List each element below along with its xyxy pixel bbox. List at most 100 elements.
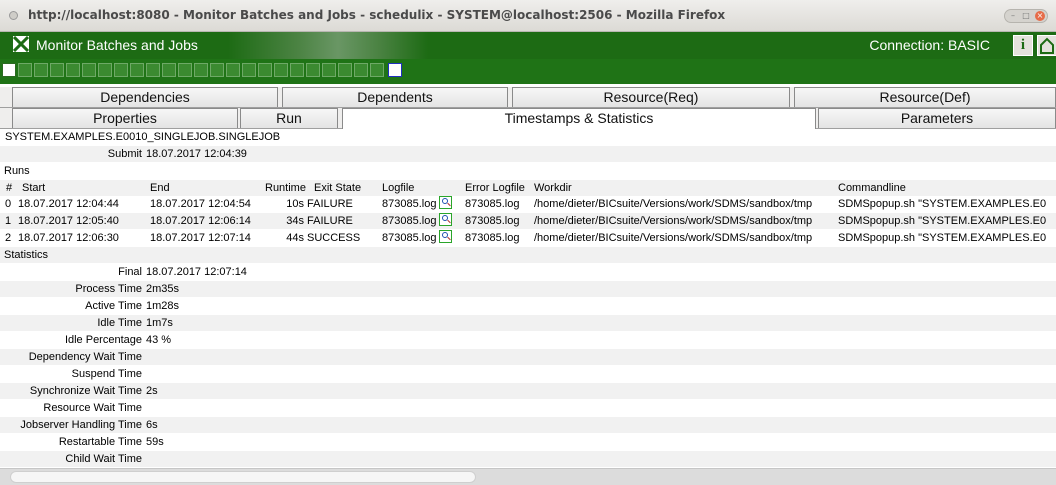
col-end: End [150,182,170,194]
runs-heading: Runs [4,165,30,177]
stat-row: Resource Wait Time [0,400,1056,416]
home-icon [1040,37,1054,54]
stat-label: Suspend Time [71,368,142,380]
toolbar-icon[interactable] [66,63,80,77]
run-runtime: 34s [286,215,304,227]
window-title: http://localhost:8080 - Monitor Batches … [28,8,726,22]
stat-label: Idle Percentage [64,334,142,346]
toolbar-icon[interactable] [34,63,48,77]
run-logfile[interactable]: 873085.log [382,196,453,212]
run-logfile-name[interactable]: 873085.log [382,198,436,210]
toolbar-icon[interactable] [322,63,336,77]
toolbar-icon[interactable] [178,63,192,77]
run-start: 18.07.2017 12:06:30 [18,232,119,244]
stat-row: Active Time 1m28s [0,298,1056,314]
toolbar-icon[interactable] [82,63,96,77]
stat-row: Process Time 2m35s [0,281,1056,297]
col-start: Start [22,182,46,194]
run-logfile[interactable]: 873085.log [382,213,453,229]
tab-parameters[interactable]: Parameters [818,108,1056,128]
toolbar-icon[interactable] [290,63,304,77]
stat-label: Process Time [75,283,142,295]
stat-row: Idle Percentage 43 % [0,332,1056,348]
job-path: SYSTEM.EXAMPLES.E0010_SINGLEJOB.SINGLEJO… [5,131,281,143]
view-log-icon[interactable] [439,230,453,243]
run-start: 18.07.2017 12:04:44 [18,198,119,210]
stat-label: Dependency Wait Time [28,351,142,363]
toolbar-icon[interactable] [114,63,128,77]
table-row[interactable]: 1 18.07.2017 12:05:40 18.07.2017 12:06:1… [0,213,1056,229]
toolbar-icon[interactable] [18,63,32,77]
toolbar-icon[interactable] [210,63,224,77]
info-button[interactable]: i [1013,35,1033,56]
run-logfile-name[interactable]: 873085.log [382,232,436,244]
run-error-logfile[interactable]: 873085.log [465,230,519,246]
window-menu-icon[interactable] [9,11,18,20]
tab-dependents[interactable]: Dependents [282,87,508,107]
maximize-icon[interactable]: □ [1021,11,1031,21]
home-button[interactable] [1037,35,1056,56]
toolbar-icon[interactable] [226,63,240,77]
stat-row: Suspend Time [0,366,1056,382]
stat-value: 2m35s [146,283,180,295]
stat-value: 1m7s [146,317,173,329]
table-row[interactable]: 2 18.07.2017 12:06:30 18.07.2017 12:07:1… [0,230,1056,246]
run-end: 18.07.2017 12:04:54 [150,198,251,210]
toolbar-icon[interactable] [274,63,288,77]
toolbar-icon[interactable] [354,63,368,77]
stat-value: 1m28s [146,300,180,312]
toolbar-icon[interactable] [194,63,208,77]
col-workdir: Workdir [534,182,572,194]
app-title: Monitor Batches and Jobs [36,37,198,53]
app-logo-icon [13,36,29,52]
run-logfile-name[interactable]: 873085.log [382,215,436,227]
run-logfile[interactable]: 873085.log [382,230,453,246]
stat-value: 59s [146,436,164,448]
view-log-icon[interactable] [439,213,453,226]
statistics-heading: Statistics [4,249,49,261]
tab-properties[interactable]: Properties [12,108,238,128]
run-exit-state: FAILURE [307,198,353,210]
run-error-logfile[interactable]: 873085.log [465,196,519,212]
minimize-icon[interactable]: – [1008,11,1018,21]
run-commandline: SDMSpopup.sh "SYSTEM.EXAMPLES.E0 [838,232,1047,244]
browser-titlebar: http://localhost:8080 - Monitor Batches … [0,0,1056,32]
view-log-icon[interactable] [439,196,453,209]
run-workdir: /home/dieter/BICsuite/Versions/work/SDMS… [534,215,813,227]
submit-value: 18.07.2017 12:04:39 [146,148,247,160]
col-runtime: Runtime [265,182,306,194]
toolbar-icon[interactable] [338,63,352,77]
statistics-heading-row: Statistics [0,247,1056,263]
tab-resource-req[interactable]: Resource(Req) [512,87,790,107]
run-runtime: 10s [286,198,304,210]
col-logfile: Logfile [382,182,415,194]
tab-run[interactable]: Run [240,108,338,128]
toolbar-icon[interactable] [50,63,64,77]
navigate-icon[interactable] [388,63,402,77]
toolbar-icon[interactable] [162,63,176,77]
table-row[interactable]: 0 18.07.2017 12:04:44 18.07.2017 12:04:5… [0,196,1056,212]
toolbar-icon[interactable] [306,63,320,77]
stat-value: 43 % [146,334,172,346]
tab-bar-bottom: Properties Run Timestamps & Statistics P… [0,108,1056,129]
tab-timestamps-statistics[interactable]: Timestamps & Statistics [342,108,816,129]
toolbar-icon[interactable] [258,63,272,77]
connection-label: Connection: BASIC [869,37,990,53]
tab-resource-def[interactable]: Resource(Def) [794,87,1056,107]
col-commandline: Commandline [838,182,906,194]
horizontal-scrollbar[interactable] [10,471,476,483]
toolbar-icon[interactable] [98,63,112,77]
runs-header-row: # Start End Runtime Exit State Logfile E… [0,180,1056,196]
toolbar-icon[interactable] [146,63,160,77]
bottom-scrollbar-area [0,468,1056,485]
col-error-logfile: Error Logfile [465,182,525,194]
toolbar-icon[interactable] [370,63,384,77]
stat-label: Idle Time [97,317,142,329]
refresh-icon[interactable] [2,63,16,77]
close-icon[interactable]: × [1035,11,1045,21]
run-error-logfile[interactable]: 873085.log [465,213,519,229]
stat-row: Restartable Time 59s [0,434,1056,450]
toolbar-icon[interactable] [130,63,144,77]
toolbar-icon[interactable] [242,63,256,77]
tab-dependencies[interactable]: Dependencies [12,87,278,107]
